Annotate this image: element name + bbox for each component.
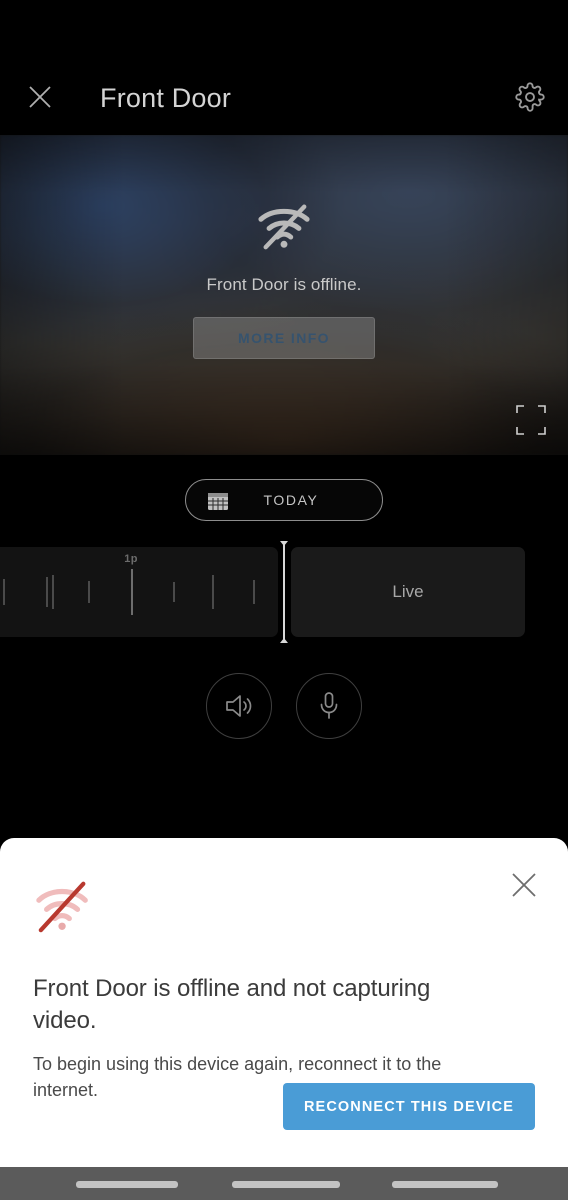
timeline-tick xyxy=(131,569,133,615)
timeline-playhead[interactable] xyxy=(280,541,288,643)
fullscreen-expand-icon[interactable] xyxy=(516,405,546,435)
system-navigation-bar xyxy=(0,1167,568,1200)
reconnect-this-device-button[interactable]: RECONNECT THIS DEVICE xyxy=(282,1083,535,1130)
offline-dialog: Front Door is offline and not capturing … xyxy=(0,838,568,1167)
close-icon[interactable] xyxy=(20,77,60,117)
more-info-button[interactable]: MORE INFO xyxy=(193,317,375,359)
dialog-title: Front Door is offline and not capturing … xyxy=(33,975,431,1034)
nav-bar-pill[interactable] xyxy=(76,1181,178,1188)
timeline-tick xyxy=(212,575,214,609)
timeline-tick xyxy=(52,575,54,609)
offline-message: Front Door is offline. xyxy=(206,275,362,294)
app-header: Front Door xyxy=(0,0,568,135)
timeline-tick xyxy=(88,581,90,603)
live-label: Live xyxy=(392,582,424,601)
timeline-scrubber[interactable]: 1p Live xyxy=(0,541,568,643)
timeline-tick xyxy=(253,580,255,604)
nav-bar-pill[interactable] xyxy=(232,1181,340,1188)
wifi-offline-icon xyxy=(258,204,310,250)
gear-icon[interactable] xyxy=(511,78,549,116)
video-offline-overlay: Front Door is offline. MORE INFO xyxy=(0,201,568,359)
nav-bar-pill[interactable] xyxy=(392,1181,498,1188)
dialog-close-icon[interactable] xyxy=(502,863,546,907)
timeline-tick xyxy=(3,579,5,605)
wifi-offline-red-icon xyxy=(36,881,88,933)
video-preview-area[interactable]: Front Door is offline. MORE INFO xyxy=(0,135,568,455)
speaker-volume-button[interactable] xyxy=(206,673,272,739)
calendar-icon xyxy=(208,493,228,510)
date-selector-today[interactable]: TODAY xyxy=(185,479,383,521)
timeline-past-segment[interactable]: 1p xyxy=(0,547,278,637)
page-title: Front Door xyxy=(100,83,232,113)
timeline-hour-label: 1p xyxy=(124,553,138,565)
speaker-volume-icon xyxy=(226,695,252,717)
timeline-tick xyxy=(173,582,175,602)
microphone-button[interactable] xyxy=(296,673,362,739)
microphone-icon xyxy=(320,692,338,719)
timeline-live-segment[interactable]: Live xyxy=(291,547,525,637)
camera-detail-screen: Front Door Front Door is offline. MORE I… xyxy=(0,0,568,1200)
timeline-tick xyxy=(46,577,48,607)
audio-controls xyxy=(0,672,568,740)
